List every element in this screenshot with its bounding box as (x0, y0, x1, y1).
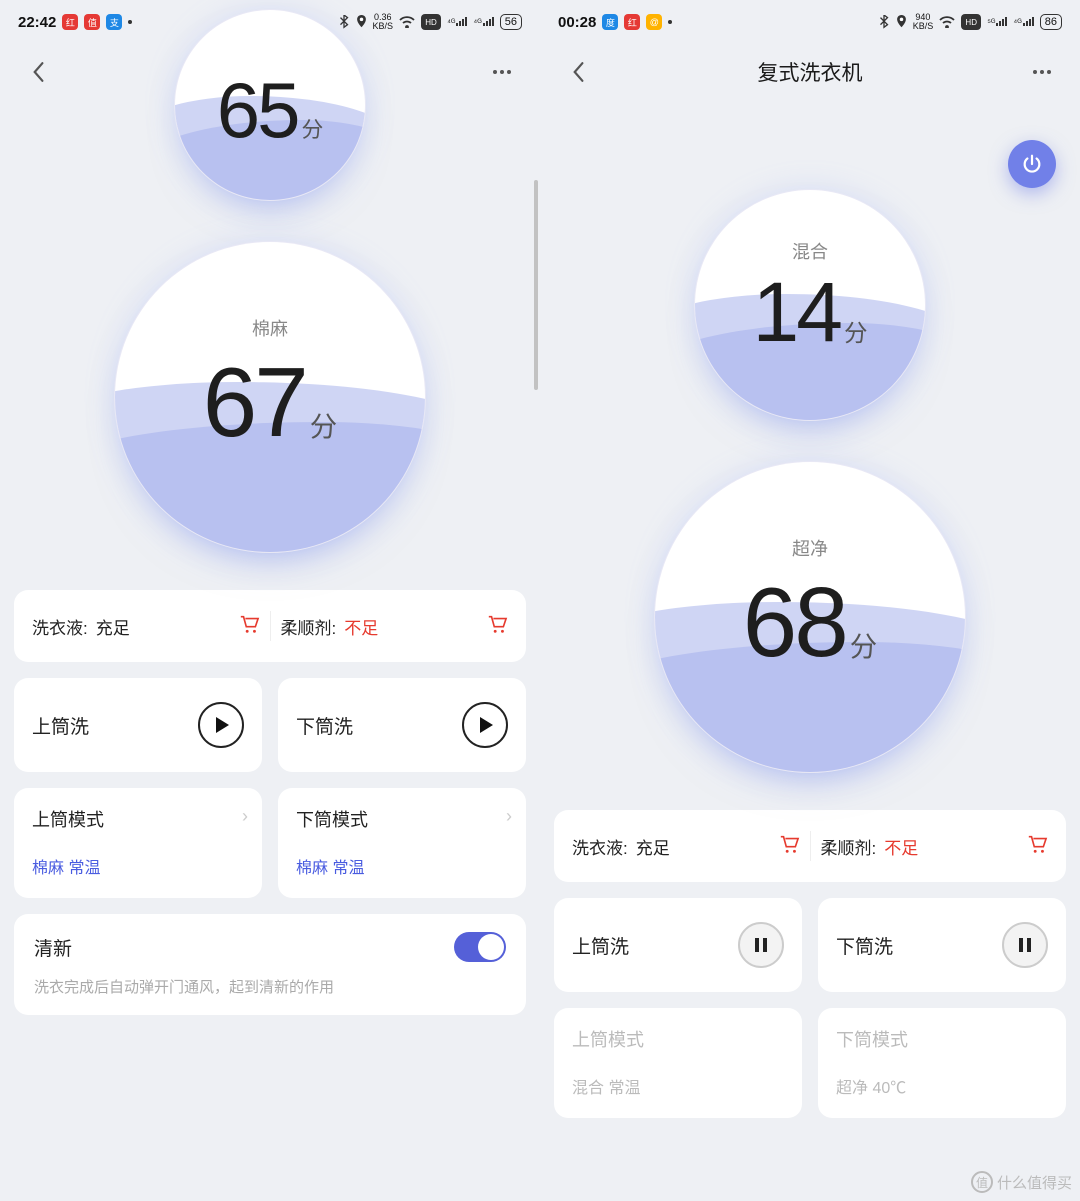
dial-main-value: 68 (743, 573, 846, 671)
power-button[interactable] (1008, 140, 1056, 188)
supply-status-card: 洗衣液: 充足 柔顺剂: 不足 (14, 590, 526, 662)
cart-icon[interactable] (778, 834, 800, 859)
bottom-drum-mode-button[interactable]: 下筒模式 › 棉麻 常温 (278, 788, 526, 898)
minutes-unit: 分 (301, 119, 323, 141)
dial-bottom-drum[interactable]: 棉麻 67分 (115, 242, 425, 552)
pause-icon[interactable] (738, 922, 784, 968)
page-title: 复式洗衣机 (758, 57, 863, 87)
dial-mode-label: 超净 (792, 535, 828, 561)
app-icon: 红 (624, 14, 640, 30)
bottom-mode-value: 超净 40℃ (836, 1074, 1048, 1098)
dial-top-value: 65 (217, 71, 298, 149)
dial-bottom-drum[interactable]: 超净 68分 (655, 462, 965, 772)
softener-value: 不足 (884, 834, 918, 859)
pause-icon[interactable] (1002, 922, 1048, 968)
network-speed: 940KB/S (913, 13, 934, 31)
more-dot (668, 20, 672, 24)
top-drum-mode-button[interactable]: 上筒模式 › 棉麻 常温 (14, 788, 262, 898)
softener-row[interactable]: 柔顺剂: 不足 (281, 614, 509, 639)
battery-indicator: 86 (1040, 14, 1062, 30)
bottom-drum-mode-button[interactable]: 下筒模式 超净 40℃ (818, 1008, 1066, 1118)
dial-top-drum[interactable]: 混合 14分 (695, 190, 925, 420)
top-drum-wash-button[interactable]: 上筒洗 (14, 678, 262, 772)
detergent-value: 充足 (96, 614, 130, 639)
cart-icon[interactable] (238, 614, 260, 639)
top-drum-wash-button[interactable]: 上筒洗 (554, 898, 802, 992)
dial-main-value: 67 (203, 353, 306, 451)
divider (270, 611, 271, 641)
dial-mode-label: 棉麻 (252, 315, 288, 341)
dial-top-value: 14 (753, 270, 840, 354)
scrollbar[interactable] (534, 180, 538, 390)
softener-row[interactable]: 柔顺剂: 不足 (821, 834, 1049, 859)
fresh-toggle[interactable] (454, 932, 506, 962)
top-mode-value: 混合 常温 (572, 1074, 784, 1098)
bottom-drum-wash-button[interactable]: 下筒洗 (278, 678, 526, 772)
bottom-drum-wash-button[interactable]: 下筒洗 (818, 898, 1066, 992)
detergent-row[interactable]: 洗衣液: 充足 (572, 834, 800, 859)
watermark: 值 什么值得买 (971, 1171, 1072, 1193)
cart-icon[interactable] (486, 614, 508, 639)
dial-top-drum[interactable]: 65分 (175, 10, 365, 200)
supply-status-card: 洗衣液: 充足 柔顺剂: 不足 (554, 810, 1066, 882)
play-icon[interactable] (462, 702, 508, 748)
app-icon: @ (646, 14, 662, 30)
dial-mode-label: 混合 (792, 238, 828, 264)
divider (810, 831, 811, 861)
cart-icon[interactable] (1026, 834, 1048, 859)
minutes-unit: 分 (844, 322, 868, 346)
softener-value: 不足 (344, 614, 378, 639)
app-header: 复式洗衣机 (540, 44, 1080, 100)
chevron-right-icon: › (242, 806, 248, 827)
minutes-unit: 分 (310, 413, 337, 440)
fresh-air-card: 清新 洗衣完成后自动弹开门通风，起到清新的作用 (14, 914, 526, 1015)
detergent-row[interactable]: 洗衣液: 充足 (32, 614, 260, 639)
top-mode-value: 棉麻 常温 (32, 854, 244, 878)
minutes-unit: 分 (850, 633, 877, 660)
phone-left: 22:42 红 值 支 0.36KB/S HD ⁴ᴳ ⁴ᴳ (0, 0, 540, 1201)
signal-icon: ⁵ᴳ (987, 17, 1007, 27)
hd-icon: HD (961, 14, 981, 30)
detergent-value: 充足 (636, 834, 670, 859)
clock: 00:28 (558, 14, 596, 31)
bluetooth-icon (878, 15, 890, 29)
location-icon (896, 15, 907, 29)
bottom-mode-value: 棉麻 常温 (296, 854, 508, 878)
top-drum-mode-button[interactable]: 上筒模式 混合 常温 (554, 1008, 802, 1118)
wifi-icon (939, 16, 955, 28)
app-icon: 度 (602, 14, 618, 30)
signal-icon: ⁴ᴳ (1013, 17, 1033, 27)
fresh-description: 洗衣完成后自动弹开门通风，起到清新的作用 (34, 976, 506, 997)
chevron-right-icon: › (506, 806, 512, 827)
status-bar: 00:28 度 红 @ 940KB/S HD ⁵ᴳ ⁴ᴳ 86 (540, 0, 1080, 44)
fresh-title: 清新 (34, 934, 72, 961)
play-icon[interactable] (198, 702, 244, 748)
more-button[interactable] (1024, 54, 1060, 90)
back-button[interactable] (560, 54, 596, 90)
phone-right: 00:28 度 红 @ 940KB/S HD ⁵ᴳ ⁴ᴳ 86 复式洗衣机 (540, 0, 1080, 1201)
